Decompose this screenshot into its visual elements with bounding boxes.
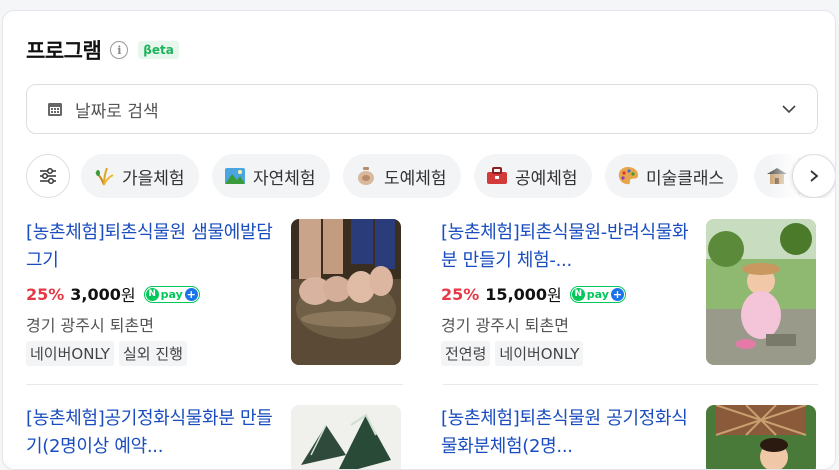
chip-pottery[interactable]: 도예체험 [343, 154, 461, 198]
row-divider [443, 384, 818, 385]
filter-button[interactable] [26, 154, 70, 198]
product-card[interactable]: [농촌체험]퇴촌식물원 샘물에발담그기 25% 3,000 원 Npay + 경기… [26, 219, 401, 369]
product-title[interactable]: [농촌체험]퇴촌식물원 샘물에발담그기 [26, 219, 276, 275]
product-tags: 네이버ONLY 실외 진행 [26, 341, 276, 366]
category-chips: 가을체험 자연체험 도예체험 공예체험 미술클래스 [26, 154, 835, 198]
product-thumbnail[interactable] [291, 405, 401, 469]
tag: 네이버ONLY [26, 341, 114, 366]
product-tags: 전연령 네이버ONLY [441, 341, 691, 366]
currency: 원 [120, 286, 136, 305]
program-card: 프로그램 i βeta 날짜로 검색 가을체험 자연체험 도예체험 공예체험 미… [2, 10, 836, 470]
tag: 네이버ONLY [495, 341, 584, 366]
discount-rate: 25% [26, 284, 65, 304]
palette-icon [618, 167, 638, 185]
info-icon[interactable]: i [110, 41, 129, 59]
product-thumbnail[interactable] [706, 405, 816, 469]
product-title[interactable]: [농촌체험]공기정화식물화분 만들기(2명이상 예약... [26, 405, 276, 461]
chip-label: 도예체험 [384, 168, 447, 189]
product-card[interactable]: [농촌체험]공기정화식물화분 만들기(2명이상 예약... [26, 405, 401, 469]
chip-label: 공예체험 [515, 168, 578, 189]
chevron-down-icon [782, 105, 796, 114]
date-search-dropdown[interactable]: 날짜로 검색 [26, 84, 818, 134]
chip-nature[interactable]: 자연체험 [212, 154, 330, 198]
date-search-label: 날짜로 검색 [75, 101, 159, 122]
price: 15,000 [485, 284, 548, 304]
product-title[interactable]: [농촌체험]퇴촌식물원 공기정화식물화분체험(2명... [441, 405, 691, 461]
craft-icon [487, 167, 507, 184]
section-header: 프로그램 i βeta [26, 35, 179, 65]
product-thumbnail[interactable] [291, 219, 401, 365]
chip-autumn[interactable]: 가을체험 [81, 154, 199, 198]
tag: 전연령 [441, 341, 491, 366]
product-price-row: 25% 15,000 원 Npay + [441, 282, 691, 306]
product-location: 경기 광주시 퇴촌면 [26, 316, 154, 335]
product-card[interactable]: [농촌체험]퇴촌식물원-반려식물화분 만들기 체험-... 25% 15,000… [441, 219, 816, 369]
chip-label: 자연체험 [253, 168, 316, 189]
chevron-right-icon [810, 170, 819, 182]
pottery-icon [358, 167, 374, 185]
tag: 실외 진행 [118, 341, 187, 366]
autumn-icon [95, 167, 114, 186]
product-title[interactable]: [농촌체험]퇴촌식물원-반려식물화분 만들기 체험-... [441, 219, 691, 275]
chip-art-class[interactable]: 미술클래스 [605, 154, 739, 198]
price: 3,000 [70, 284, 121, 304]
nature-icon [225, 168, 245, 184]
chip-craft[interactable]: 공예체험 [474, 154, 592, 198]
beta-badge: βeta [138, 41, 179, 59]
currency: 원 [547, 286, 562, 305]
calendar-icon [48, 103, 62, 116]
npay-plus-badge: Npay + [569, 285, 626, 303]
sliders-icon [40, 167, 56, 185]
section-title: 프로그램 [26, 39, 102, 63]
product-price-row: 25% 3,000 원 Npay + [26, 282, 276, 306]
row-divider [26, 384, 403, 385]
chip-label: 가을체험 [122, 168, 185, 189]
chips-next-button[interactable] [792, 154, 835, 198]
product-thumbnail[interactable] [706, 219, 816, 365]
npay-plus-badge: Npay + [143, 285, 200, 303]
product-location: 경기 광주시 퇴촌면 [441, 316, 569, 335]
discount-rate: 25% [441, 284, 480, 304]
chip-label: 미술클래스 [646, 168, 725, 189]
product-card[interactable]: [농촌체험]퇴촌식물원 공기정화식물화분체험(2명... [441, 405, 816, 469]
